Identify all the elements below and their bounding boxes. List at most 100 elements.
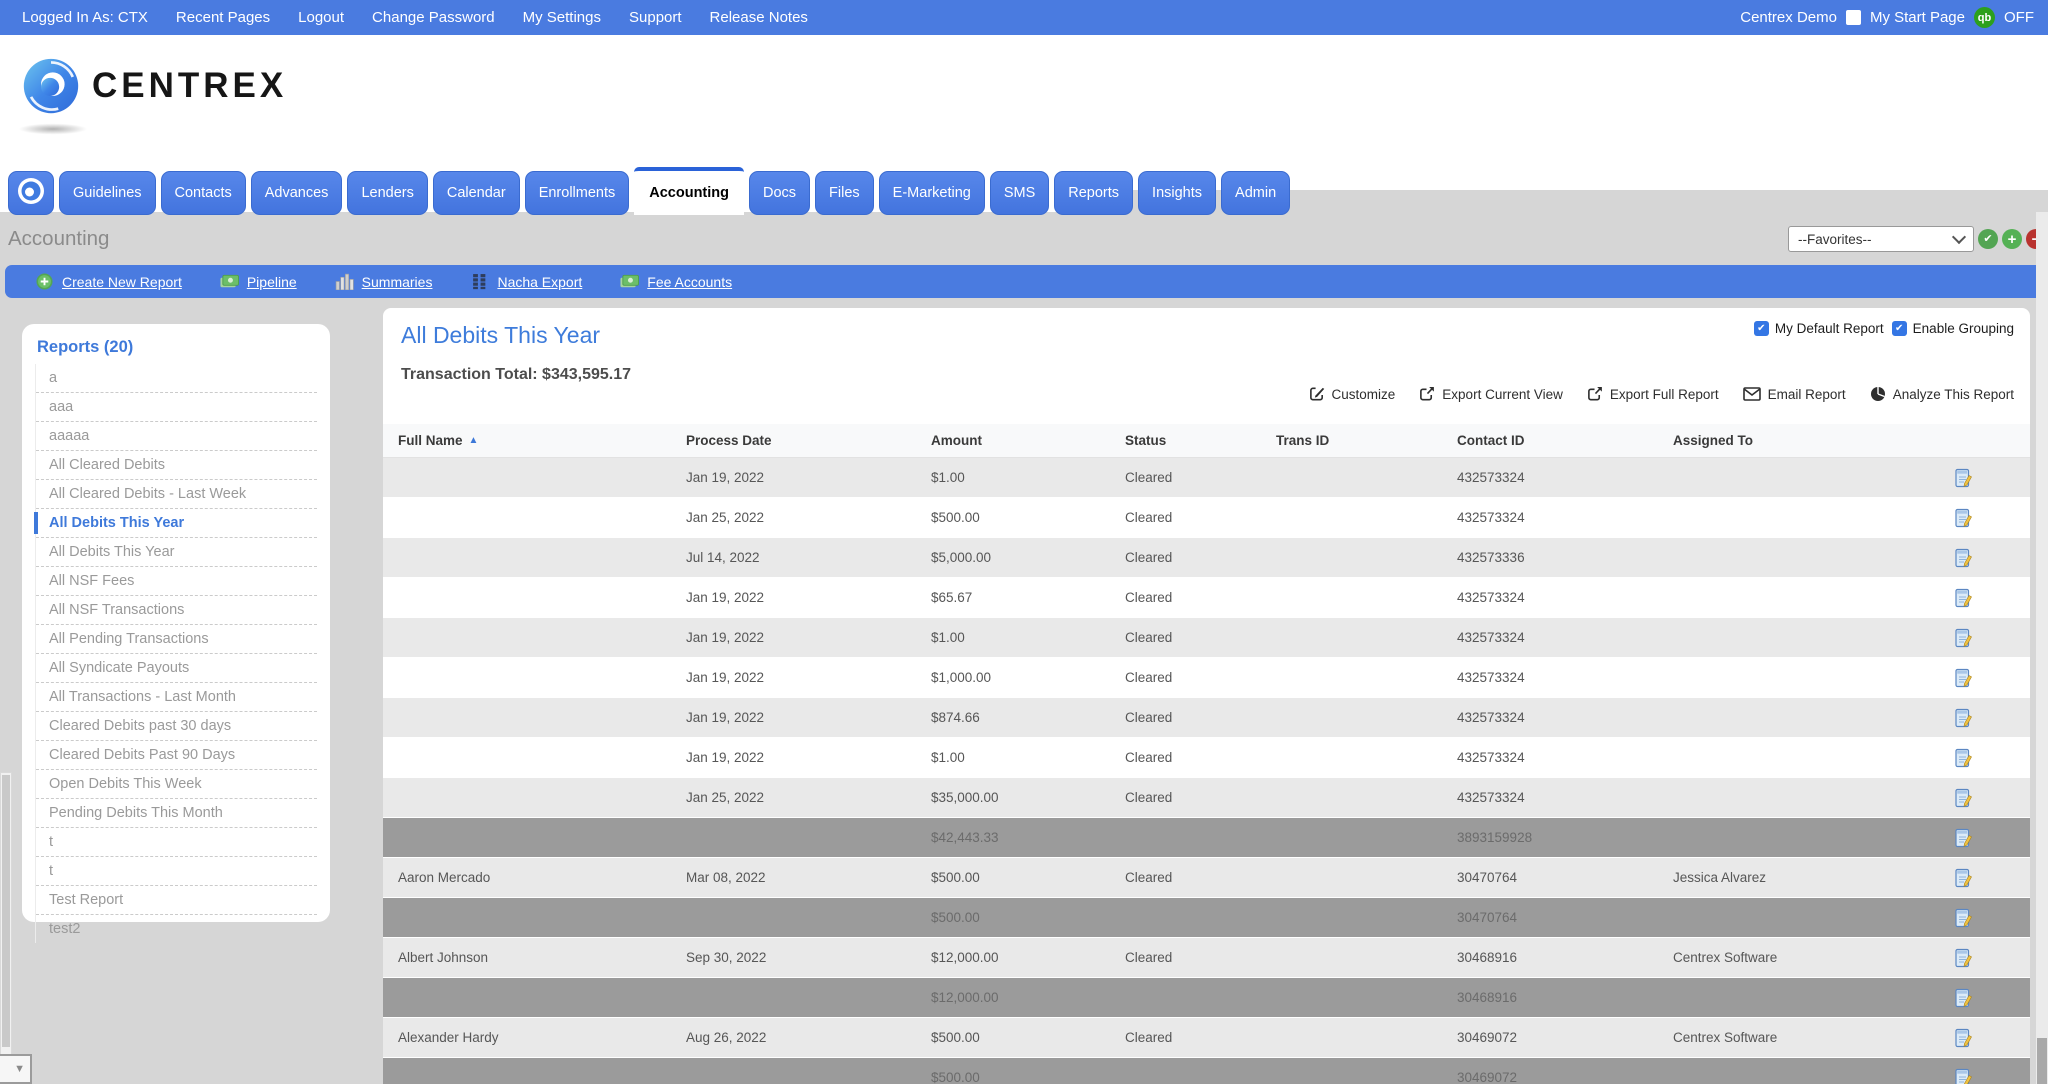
column-header-status[interactable]: Status bbox=[1125, 433, 1276, 448]
edit-row-icon[interactable] bbox=[1955, 828, 1972, 848]
quickbooks-icon[interactable]: qb bbox=[1974, 7, 1995, 28]
tab-admin[interactable]: Admin bbox=[1221, 171, 1291, 215]
sidebar-item-t[interactable]: t bbox=[36, 857, 317, 886]
sidebar-item-all-nsf-transactions[interactable]: All NSF Transactions bbox=[36, 596, 317, 625]
table-row[interactable]: Jul 14, 2022 $5,000.00 Cleared 432573336 bbox=[383, 538, 2030, 578]
sidebar-item-cleared-debits-past-30-days[interactable]: Cleared Debits past 30 days bbox=[36, 712, 317, 741]
table-row[interactable]: Albert Johnson Sep 30, 2022 $12,000.00 C… bbox=[383, 938, 2030, 978]
export-full-report-button[interactable]: Export Full Report bbox=[1587, 386, 1719, 402]
topbar-link-support[interactable]: Support bbox=[629, 9, 682, 26]
email-report-button[interactable]: Email Report bbox=[1742, 387, 1846, 402]
tab-advances[interactable]: Advances bbox=[250, 171, 343, 215]
tab-calendar[interactable]: Calendar bbox=[432, 171, 520, 215]
table-row[interactable]: Jan 19, 2022 $1.00 Cleared 432573324 bbox=[383, 738, 2030, 778]
sidebar-item-all-pending-transactions[interactable]: All Pending Transactions bbox=[36, 625, 317, 654]
edit-row-icon[interactable] bbox=[1955, 468, 1972, 488]
nacha-export-link[interactable]: Nacha Export bbox=[470, 273, 582, 290]
edit-row-icon[interactable] bbox=[1955, 788, 1972, 808]
edit-row-icon[interactable] bbox=[1955, 508, 1972, 528]
table-row[interactable]: Aaron Mercado Mar 08, 2022 $500.00 Clear… bbox=[383, 858, 2030, 898]
sidebar-item-all-cleared-debits[interactable]: All Cleared Debits bbox=[36, 451, 317, 480]
column-header-process-date[interactable]: Process Date bbox=[686, 433, 931, 448]
topbar-link-logout[interactable]: Logout bbox=[298, 9, 344, 26]
tab-contacts[interactable]: Contacts bbox=[160, 171, 246, 215]
tab-files[interactable]: Files bbox=[815, 171, 874, 215]
sidebar-item-t[interactable]: t bbox=[36, 828, 317, 857]
export-current-view-button[interactable]: Export Current View bbox=[1419, 386, 1563, 402]
edit-row-icon[interactable] bbox=[1955, 588, 1972, 608]
sidebar-item-pending-debits-this-month[interactable]: Pending Debits This Month bbox=[36, 799, 317, 828]
edit-row-icon[interactable] bbox=[1955, 948, 1972, 968]
table-row[interactable]: Jan 25, 2022 $500.00 Cleared 432573324 bbox=[383, 498, 2030, 538]
table-row[interactable]: Jan 19, 2022 $65.67 Cleared 432573324 bbox=[383, 578, 2030, 618]
sidebar-item-open-debits-this-week[interactable]: Open Debits This Week bbox=[36, 770, 317, 799]
table-row[interactable]: $500.00 30469072 bbox=[383, 1058, 2030, 1084]
pipeline-link[interactable]: Pipeline bbox=[220, 273, 297, 290]
page-scrollbar[interactable] bbox=[2036, 212, 2048, 1084]
column-header-full-name[interactable]: Full Name ▲ bbox=[383, 433, 686, 448]
sidebar-item-test2[interactable]: test2 bbox=[36, 915, 317, 943]
column-header-trans-id[interactable]: Trans ID bbox=[1276, 433, 1457, 448]
my-start-page-checkbox[interactable] bbox=[1845, 10, 1861, 25]
edit-row-icon[interactable] bbox=[1955, 1068, 1972, 1084]
edit-row-icon[interactable] bbox=[1955, 748, 1972, 768]
summaries-link[interactable]: Summaries bbox=[335, 273, 432, 290]
tab-lenders[interactable]: Lenders bbox=[347, 171, 428, 215]
sidebar-item-all-syndicate-payouts[interactable]: All Syndicate Payouts bbox=[36, 654, 317, 683]
edit-row-icon[interactable] bbox=[1955, 548, 1972, 568]
edit-row-icon[interactable] bbox=[1955, 708, 1972, 728]
table-row[interactable]: Alexander Hardy Aug 26, 2022 $500.00 Cle… bbox=[383, 1018, 2030, 1058]
left-scrollbar[interactable] bbox=[0, 772, 12, 1084]
table-row[interactable]: Jan 19, 2022 $874.66 Cleared 432573324 bbox=[383, 698, 2030, 738]
sidebar-item-all-nsf-fees[interactable]: All NSF Fees bbox=[36, 567, 317, 596]
edit-row-icon[interactable] bbox=[1955, 908, 1972, 928]
topbar-link-my-settings[interactable]: My Settings bbox=[523, 9, 601, 26]
sidebar-item-all-debits-this-year[interactable]: All Debits This Year bbox=[34, 509, 317, 538]
page-scrollbar-thumb[interactable] bbox=[2037, 1038, 2047, 1084]
table-row[interactable]: $500.00 30470764 bbox=[383, 898, 2030, 938]
analyze-report-button[interactable]: Analyze This Report bbox=[1870, 386, 2014, 402]
table-row[interactable]: $42,443.33 3893159928 bbox=[383, 818, 2030, 858]
tab-docs[interactable]: Docs bbox=[749, 171, 811, 215]
frame-corner-dropdown[interactable]: ▼ bbox=[0, 1054, 32, 1084]
favorites-add-button[interactable]: + bbox=[2002, 229, 2022, 249]
table-row[interactable]: Jan 25, 2022 $35,000.00 Cleared 43257332… bbox=[383, 778, 2030, 818]
quickbooks-toggle-label[interactable]: OFF bbox=[2004, 9, 2034, 26]
fee-accounts-link[interactable]: Fee Accounts bbox=[620, 273, 732, 290]
customize-button[interactable]: Customize bbox=[1309, 386, 1395, 402]
sidebar-item-all-transactions-last-month[interactable]: All Transactions - Last Month bbox=[36, 683, 317, 712]
column-header-contact-id[interactable]: Contact ID bbox=[1457, 433, 1673, 448]
tab-home[interactable] bbox=[8, 171, 54, 215]
tab-insights[interactable]: Insights bbox=[1138, 171, 1217, 215]
sidebar-item-aaaaa[interactable]: aaaaa bbox=[36, 422, 317, 451]
brand-logo[interactable]: CENTREX bbox=[22, 57, 287, 115]
topbar-link-recent-pages[interactable]: Recent Pages bbox=[176, 9, 270, 26]
create-new-report-link[interactable]: Create New Report bbox=[35, 273, 182, 290]
favorites-select[interactable]: --Favorites-- bbox=[1788, 226, 1974, 252]
sidebar-item-all-debits-this-year[interactable]: All Debits This Year bbox=[36, 538, 317, 567]
column-header-assigned-to[interactable]: Assigned To bbox=[1673, 433, 1955, 448]
tab-reports[interactable]: Reports bbox=[1054, 171, 1134, 215]
topbar-link-change-password[interactable]: Change Password bbox=[372, 9, 495, 26]
tab-sms[interactable]: SMS bbox=[989, 171, 1050, 215]
table-row[interactable]: Jan 19, 2022 $1,000.00 Cleared 432573324 bbox=[383, 658, 2030, 698]
edit-row-icon[interactable] bbox=[1955, 628, 1972, 648]
enable-grouping-checkbox[interactable]: ✔ Enable Grouping bbox=[1891, 321, 2014, 336]
edit-row-icon[interactable] bbox=[1955, 668, 1972, 688]
tab-accounting[interactable]: Accounting bbox=[634, 167, 744, 215]
sidebar-item-cleared-debits-past-90-days[interactable]: Cleared Debits Past 90 Days bbox=[36, 741, 317, 770]
tab-guidelines[interactable]: Guidelines bbox=[59, 171, 156, 215]
table-row[interactable]: Jan 19, 2022 $1.00 Cleared 432573324 bbox=[383, 458, 2030, 498]
tab-enrollments[interactable]: Enrollments bbox=[524, 171, 630, 215]
table-row[interactable]: $12,000.00 30468916 bbox=[383, 978, 2030, 1018]
sidebar-item-aaa[interactable]: aaa bbox=[36, 393, 317, 422]
column-header-amount[interactable]: Amount bbox=[931, 433, 1125, 448]
edit-row-icon[interactable] bbox=[1955, 868, 1972, 888]
my-default-report-checkbox[interactable]: ✔ My Default Report bbox=[1753, 321, 1884, 336]
tab-e-marketing[interactable]: E-Marketing bbox=[878, 171, 985, 215]
topbar-link-logged-in-as-ctx[interactable]: Logged In As: CTX bbox=[22, 9, 148, 26]
favorites-apply-button[interactable]: ✔ bbox=[1978, 229, 1998, 249]
edit-row-icon[interactable] bbox=[1955, 1028, 1972, 1048]
sidebar-item-test-report[interactable]: Test Report bbox=[36, 886, 317, 915]
sidebar-item-a[interactable]: a bbox=[36, 364, 317, 393]
